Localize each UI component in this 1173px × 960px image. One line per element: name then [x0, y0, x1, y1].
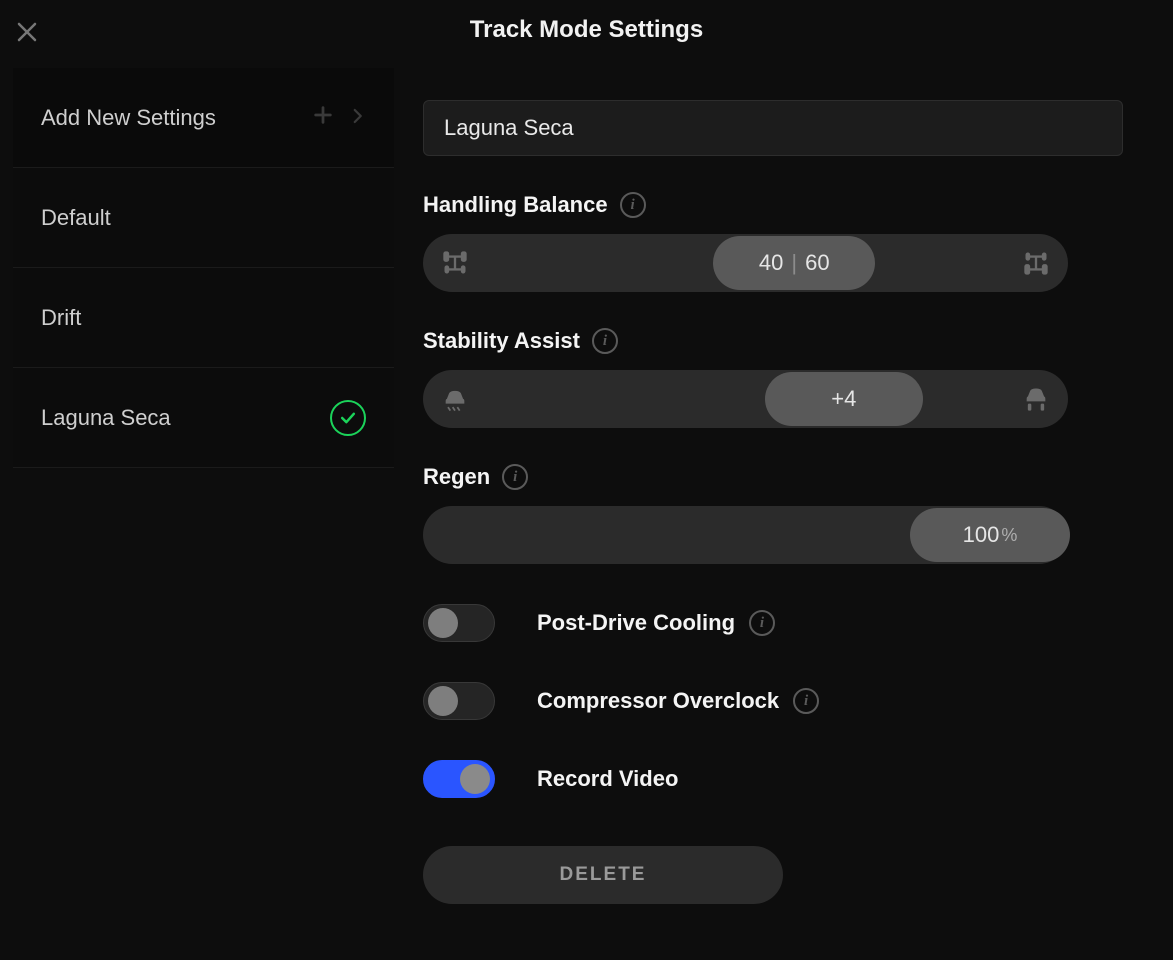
plus-icon: [312, 104, 334, 132]
stability-value: +4: [831, 386, 856, 412]
post-drive-cooling-label: Post-Drive Cooling: [537, 610, 735, 636]
delete-button[interactable]: DELETE: [423, 846, 783, 904]
sidebar: Add New Settings Default Drift Laguna Seca: [13, 68, 394, 468]
rear-bias-icon: [1008, 234, 1064, 292]
toggle-knob: [428, 608, 458, 638]
sidebar-item-label: Drift: [41, 305, 81, 331]
handling-balance-slider[interactable]: 40 | 60: [423, 234, 1068, 292]
stability-assist-label: Stability Assist: [423, 328, 580, 354]
profile-name-input[interactable]: [423, 100, 1123, 156]
regen-unit: %: [1001, 525, 1017, 546]
info-icon[interactable]: i: [749, 610, 775, 636]
sidebar-item-laguna-seca[interactable]: Laguna Seca: [13, 368, 394, 468]
stability-high-icon: [1008, 370, 1064, 428]
delete-label: DELETE: [560, 864, 647, 886]
close-icon: [15, 31, 39, 48]
handling-separator: |: [791, 250, 797, 276]
sidebar-item-label: Laguna Seca: [41, 405, 171, 431]
info-icon[interactable]: i: [620, 192, 646, 218]
record-video-toggle[interactable]: [423, 760, 495, 798]
info-icon[interactable]: i: [793, 688, 819, 714]
stability-assist-thumb[interactable]: +4: [765, 372, 923, 426]
regen-thumb[interactable]: 100%: [910, 508, 1070, 562]
main-panel: Handling Balance i 40 | 60 Stability Ass…: [423, 100, 1123, 904]
record-video-label: Record Video: [537, 766, 678, 792]
sidebar-item-drift[interactable]: Drift: [13, 268, 394, 368]
sidebar-add-new[interactable]: Add New Settings: [13, 68, 394, 168]
chevron-right-icon: [348, 105, 366, 131]
sidebar-item-default[interactable]: Default: [13, 168, 394, 268]
post-drive-cooling-row: Post-Drive Cooling i: [423, 604, 1123, 642]
close-button[interactable]: [15, 20, 39, 44]
stability-assist-slider[interactable]: +4: [423, 370, 1068, 428]
regen-label: Regen: [423, 464, 490, 490]
info-icon[interactable]: i: [592, 328, 618, 354]
info-icon[interactable]: i: [502, 464, 528, 490]
sidebar-add-label: Add New Settings: [41, 105, 216, 131]
post-drive-cooling-toggle[interactable]: [423, 604, 495, 642]
toggle-knob: [428, 686, 458, 716]
page-title: Track Mode Settings: [0, 16, 1173, 44]
toggle-knob: [460, 764, 490, 794]
regen-value: 100: [963, 522, 1000, 548]
compressor-overclock-label: Compressor Overclock: [537, 688, 779, 714]
check-icon: [330, 400, 366, 436]
handling-front-value: 40: [759, 250, 783, 276]
stability-low-icon: [427, 370, 483, 428]
handling-balance-label: Handling Balance: [423, 192, 608, 218]
regen-slider[interactable]: 100%: [423, 506, 1068, 564]
record-video-row: Record Video: [423, 760, 1123, 798]
handling-rear-value: 60: [805, 250, 829, 276]
compressor-overclock-toggle[interactable]: [423, 682, 495, 720]
sidebar-item-label: Default: [41, 205, 111, 231]
front-bias-icon: [427, 234, 483, 292]
compressor-overclock-row: Compressor Overclock i: [423, 682, 1123, 720]
handling-balance-thumb[interactable]: 40 | 60: [713, 236, 875, 290]
